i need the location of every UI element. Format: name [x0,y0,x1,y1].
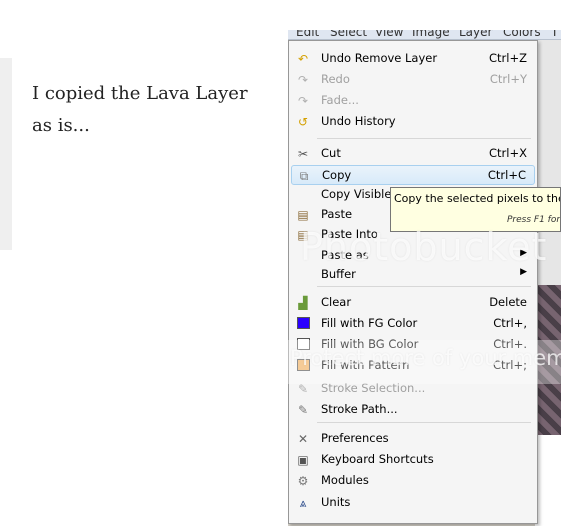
menu-item-redo[interactable]: ↷ Redo Ctrl+Y [291,70,535,90]
menu-separator [317,286,531,287]
menu-item-shortcut: Ctrl+Y [489,72,527,86]
menu-separator [317,422,531,423]
fg-color-swatch-icon [296,317,310,331]
menu-item-fade[interactable]: ↷ Fade... [291,91,535,111]
menu-item-label: Units [321,495,351,509]
units-icon: ⩓ [299,496,307,510]
menu-image[interactable]: Image [412,30,450,39]
gimp-screenshot: Edit Select View Image Layer Colors T ↶ U… [288,30,561,526]
sidebar-shade [0,58,12,250]
stroke-path-icon: ✎ [297,403,309,417]
menu-view[interactable]: View [375,30,403,39]
menu-item-label: Buffer [321,267,356,281]
tooltip-text: Copy the selected pixels to the c [394,192,561,205]
stroke-selection-icon: ✎ [297,382,309,396]
menu-item-label: Undo History [321,114,396,128]
menu-tools[interactable]: T [551,30,558,39]
menubar: Edit Select View Image Layer Colors T [288,30,561,40]
menu-edit[interactable]: Edit [296,30,319,39]
menu-item-label: Copy Visible [321,187,392,201]
scissors-icon: ✂ [297,147,309,161]
blog-caption: I copied the Lava Layer as is... [32,83,248,136]
menu-item-label: Copy [322,168,352,182]
menu-item-shortcut: Ctrl+, [493,316,527,330]
menu-item-label: Preferences [321,431,389,445]
menu-item-shortcut: Delete [489,295,527,309]
menu-item-shortcut: Ctrl+C [487,168,526,182]
menu-select[interactable]: Select [330,30,367,39]
menu-item-shortcut: Ctrl+X [489,146,527,160]
modules-icon: ⚙ [297,474,309,488]
watermark-logo: Photobucket [300,225,548,269]
menu-item-label: Fade... [321,93,359,107]
menu-item-copy[interactable]: ⧉ Copy Ctrl+C [291,165,535,185]
eraser-icon: ▟ [298,296,308,310]
undo-history-icon: ↺ [297,115,309,129]
menu-item-undo-history[interactable]: ↺ Undo History [291,112,535,132]
menu-separator [317,138,531,139]
copy-icon: ⧉ [299,169,309,183]
undo-icon: ↶ [297,52,309,66]
menu-item-clear[interactable]: ▟ Clear Delete [291,293,535,313]
redo-icon: ↷ [297,73,309,87]
watermark-slogan: Protect more of your memories for less! [288,340,561,384]
menu-item-label: Stroke Path... [321,402,398,416]
menu-item-label: Paste [321,207,353,221]
menu-item-label: Keyboard Shortcuts [321,452,434,466]
canvas-blank [535,435,561,526]
menu-item-label: Fill with FG Color [321,316,418,330]
menu-item-modules[interactable]: ⚙ Modules [291,471,535,491]
clipboard-icon: ▤ [297,208,309,222]
menu-item-undo-remove-layer[interactable]: ↶ Undo Remove Layer Ctrl+Z [291,49,535,69]
menu-layer[interactable]: Layer [459,30,492,39]
menu-item-label: Clear [321,295,352,309]
menu-item-stroke-path[interactable]: ✎ Stroke Path... [291,400,535,420]
menu-item-label: Undo Remove Layer [321,51,438,65]
keyboard-icon: ▣ [297,453,309,467]
fade-icon: ↷ [297,94,309,108]
menu-item-label: Redo [321,72,350,86]
edit-menu: ↶ Undo Remove Layer Ctrl+Z ↷ Redo Ctrl+Y ↷ Fade… [288,40,538,524]
menu-colors[interactable]: Colors [503,30,541,39]
menu-item-units[interactable]: ⩓ Units [291,493,535,513]
menu-item-label: Cut [321,146,341,160]
menu-item-preferences[interactable]: ✕ Preferences [291,429,535,449]
menu-item-shortcut: Ctrl+Z [489,51,527,65]
menu-item-keyboard-shortcuts[interactable]: ▣ Keyboard Shortcuts [291,450,535,470]
tooltip-hint: Press F1 for [507,215,561,225]
menu-item-fill-with-fg-color[interactable]: Fill with FG Color Ctrl+, [291,314,535,334]
menu-item-label: Modules [321,473,369,487]
preferences-icon: ✕ [297,432,309,446]
menu-item-cut[interactable]: ✂ Cut Ctrl+X [291,144,535,164]
